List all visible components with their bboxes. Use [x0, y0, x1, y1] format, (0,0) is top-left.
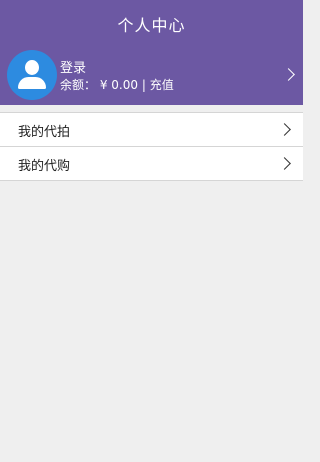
- header-bar: 个人中心 登录 余额： ¥ 0.00 | 充值: [0, 0, 303, 105]
- login-link[interactable]: 登录: [60, 57, 86, 76]
- chevron-right-icon: [278, 123, 291, 136]
- avatar-icon[interactable]: [7, 50, 57, 100]
- recharge-link[interactable]: 充值: [150, 78, 174, 92]
- page-title: 个人中心: [117, 16, 186, 35]
- chevron-right-icon: [278, 157, 291, 170]
- avatar-body-shape: [18, 77, 46, 89]
- profile-card[interactable]: 登录 余额： ¥ 0.00 | 充值: [0, 45, 303, 105]
- menu-item-label: 我的代拍: [18, 125, 71, 140]
- balance-line: 余额： ¥ 0.00 | 充值: [60, 76, 174, 93]
- chevron-right-icon[interactable]: [282, 68, 295, 81]
- balance-label: 余额：: [60, 78, 97, 92]
- balance-value: ¥ 0.00: [99, 78, 139, 92]
- balance-separator: |: [141, 78, 146, 92]
- menu-list: 我的代拍 我的代购: [0, 112, 303, 181]
- menu-item-my-proxy-bidding[interactable]: 我的代拍: [0, 113, 303, 147]
- avatar-head-shape: [25, 60, 39, 75]
- menu-item-label: 我的代购: [18, 159, 71, 174]
- menu-item-my-proxy-purchase[interactable]: 我的代购: [0, 147, 303, 181]
